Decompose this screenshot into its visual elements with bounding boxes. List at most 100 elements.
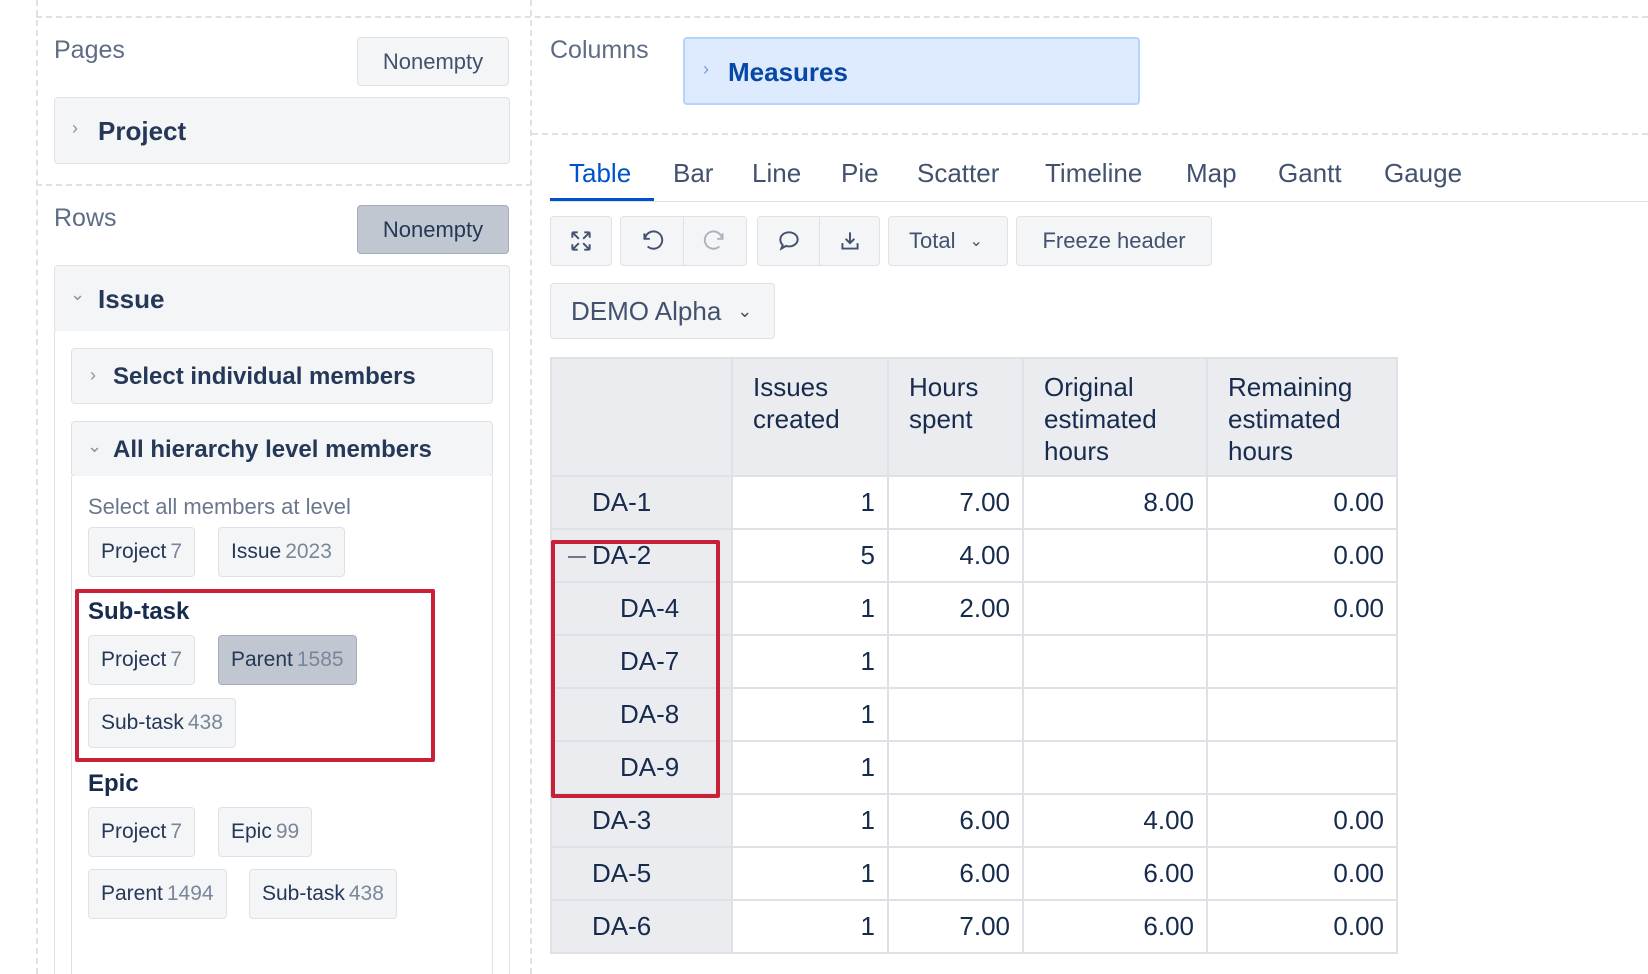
highlight-subtask-box: [75, 589, 435, 762]
table-cell: [1022, 581, 1208, 636]
tab-pie[interactable]: Pie: [841, 158, 879, 189]
rows-dimension-label: Issue: [98, 284, 165, 314]
table-cell: 1: [731, 846, 889, 901]
chip-label: Project: [101, 540, 167, 563]
row-header[interactable]: DA-1: [550, 475, 733, 530]
level-chip-project[interactable]: Project 7: [88, 527, 196, 577]
redo-button[interactable]: [683, 216, 747, 266]
all-hierarchy-label: All hierarchy level members: [113, 436, 432, 463]
column-header[interactable]: Hours spent: [887, 357, 1024, 477]
table-cell: [1022, 634, 1208, 689]
table-cell: 6.00: [887, 846, 1024, 901]
table-header-row: Issues created Hours spent Original esti…: [550, 357, 1398, 477]
chevron-down-icon: ⌄: [70, 284, 86, 304]
tab-map[interactable]: Map: [1186, 158, 1237, 189]
tab-timeline[interactable]: Timeline: [1045, 158, 1142, 189]
undo-icon: [643, 230, 664, 250]
table-cell: 1: [731, 634, 889, 689]
table-cell: 1: [731, 793, 889, 848]
table-cell: 6.00: [1022, 899, 1208, 954]
table-cell: 7.00: [887, 475, 1024, 530]
column-header[interactable]: Issues created: [731, 357, 889, 477]
table-cell: 4.00: [1022, 793, 1208, 848]
table-cell: [1022, 528, 1208, 583]
table-cell: [1206, 687, 1398, 742]
columns-dimension-label: Measures: [728, 57, 848, 87]
pages-rows-divider: [36, 184, 532, 186]
tab-scatter[interactable]: Scatter: [917, 158, 999, 189]
level-chip-issue[interactable]: Issue 2023: [218, 527, 345, 577]
columns-title: Columns: [550, 36, 649, 64]
table-cell: [1022, 687, 1208, 742]
rows-nonempty-button[interactable]: Nonempty: [357, 205, 509, 254]
table-cell: 0.00: [1206, 581, 1398, 636]
chevron-down-icon: ⌄: [737, 300, 753, 321]
tab-table[interactable]: Table: [569, 158, 631, 189]
table-cell: 0.00: [1206, 846, 1398, 901]
table-cell: [1206, 634, 1398, 689]
rows-dimension-issue[interactable]: ⌄ Issue: [54, 265, 510, 332]
highlight-child-rows-box: [551, 540, 720, 798]
table-cell: 2.00: [887, 581, 1024, 636]
table-cell: [1022, 740, 1208, 795]
table-cell: 6.00: [887, 793, 1024, 848]
pages-dimension-project[interactable]: › Project: [54, 97, 510, 164]
select-individual-label: Select individual members: [113, 363, 416, 390]
chip-label: Project: [101, 820, 167, 843]
table-cell: 5: [731, 528, 889, 583]
columns-dimension-measures[interactable]: › Measures: [683, 37, 1140, 105]
column-header[interactable]: Original estimated hours: [1022, 357, 1208, 477]
table-cell: 1: [731, 687, 889, 742]
tab-bar[interactable]: Bar: [673, 158, 713, 189]
pages-title: Pages: [54, 36, 125, 64]
fullscreen-button[interactable]: [550, 216, 612, 266]
table-cell: 1: [731, 581, 889, 636]
table-cell: [1206, 740, 1398, 795]
tab-gauge[interactable]: Gauge: [1384, 158, 1462, 189]
select-individual-members[interactable]: › Select individual members: [71, 348, 493, 404]
freeze-header-button[interactable]: Freeze header: [1016, 216, 1212, 266]
level-chip-epic[interactable]: Epic 99: [218, 807, 313, 857]
corner-header-cell: [550, 357, 733, 477]
active-tab-underline: [550, 198, 654, 201]
table-cell: 1: [731, 899, 889, 954]
table-cell: 0.00: [1206, 528, 1398, 583]
redo-icon: [703, 230, 724, 250]
table-cell: 1: [731, 475, 889, 530]
comment-button[interactable]: [757, 216, 820, 266]
row-header[interactable]: DA-5: [550, 846, 733, 901]
chip-label: Issue: [231, 540, 282, 563]
undo-button[interactable]: [620, 216, 684, 266]
all-hierarchy-level-members[interactable]: ⌄ All hierarchy level members: [71, 421, 493, 477]
view-tabs: Table Bar Line Pie Scatter Timeline Map …: [550, 150, 1648, 202]
table-cell: 4.00: [887, 528, 1024, 583]
pages-dimension-label: Project: [98, 116, 187, 146]
table-cell: [887, 740, 1024, 795]
total-dropdown[interactable]: Total ⌄: [888, 216, 1008, 266]
expand-icon: [571, 231, 591, 251]
pages-nonempty-button[interactable]: Nonempty: [357, 37, 509, 86]
chevron-right-icon: ›: [703, 59, 709, 79]
page-filter-dropdown[interactable]: DEMO Alpha ⌄: [550, 283, 775, 339]
level-chip-parent[interactable]: Parent 1494: [88, 869, 227, 919]
table-cell: [887, 634, 1024, 689]
table-cell: 8.00: [1022, 475, 1208, 530]
table-row: DA-3 1 6.00 4.00 0.00: [550, 793, 1398, 848]
table-cell: 6.00: [1022, 846, 1208, 901]
table-row: DA-6 1 7.00 6.00 0.00: [550, 899, 1398, 954]
chip-count: 2023: [285, 540, 332, 563]
download-icon: [840, 232, 859, 250]
page-filter-label: DEMO Alpha: [571, 295, 722, 326]
chip-count: 7: [170, 540, 183, 563]
level-chip-project[interactable]: Project 7: [88, 807, 196, 857]
export-button[interactable]: [819, 216, 880, 266]
chip-label: Epic: [231, 820, 272, 843]
tab-line[interactable]: Line: [752, 158, 801, 189]
comment-icon: [778, 231, 799, 251]
row-header[interactable]: DA-3: [550, 793, 733, 848]
column-header[interactable]: Remaining estimated hours: [1206, 357, 1398, 477]
rows-title: Rows: [54, 204, 117, 232]
row-header[interactable]: DA-6: [550, 899, 733, 954]
level-chip-subtask[interactable]: Sub-task 438: [249, 869, 397, 919]
tab-gantt[interactable]: Gantt: [1278, 158, 1342, 189]
